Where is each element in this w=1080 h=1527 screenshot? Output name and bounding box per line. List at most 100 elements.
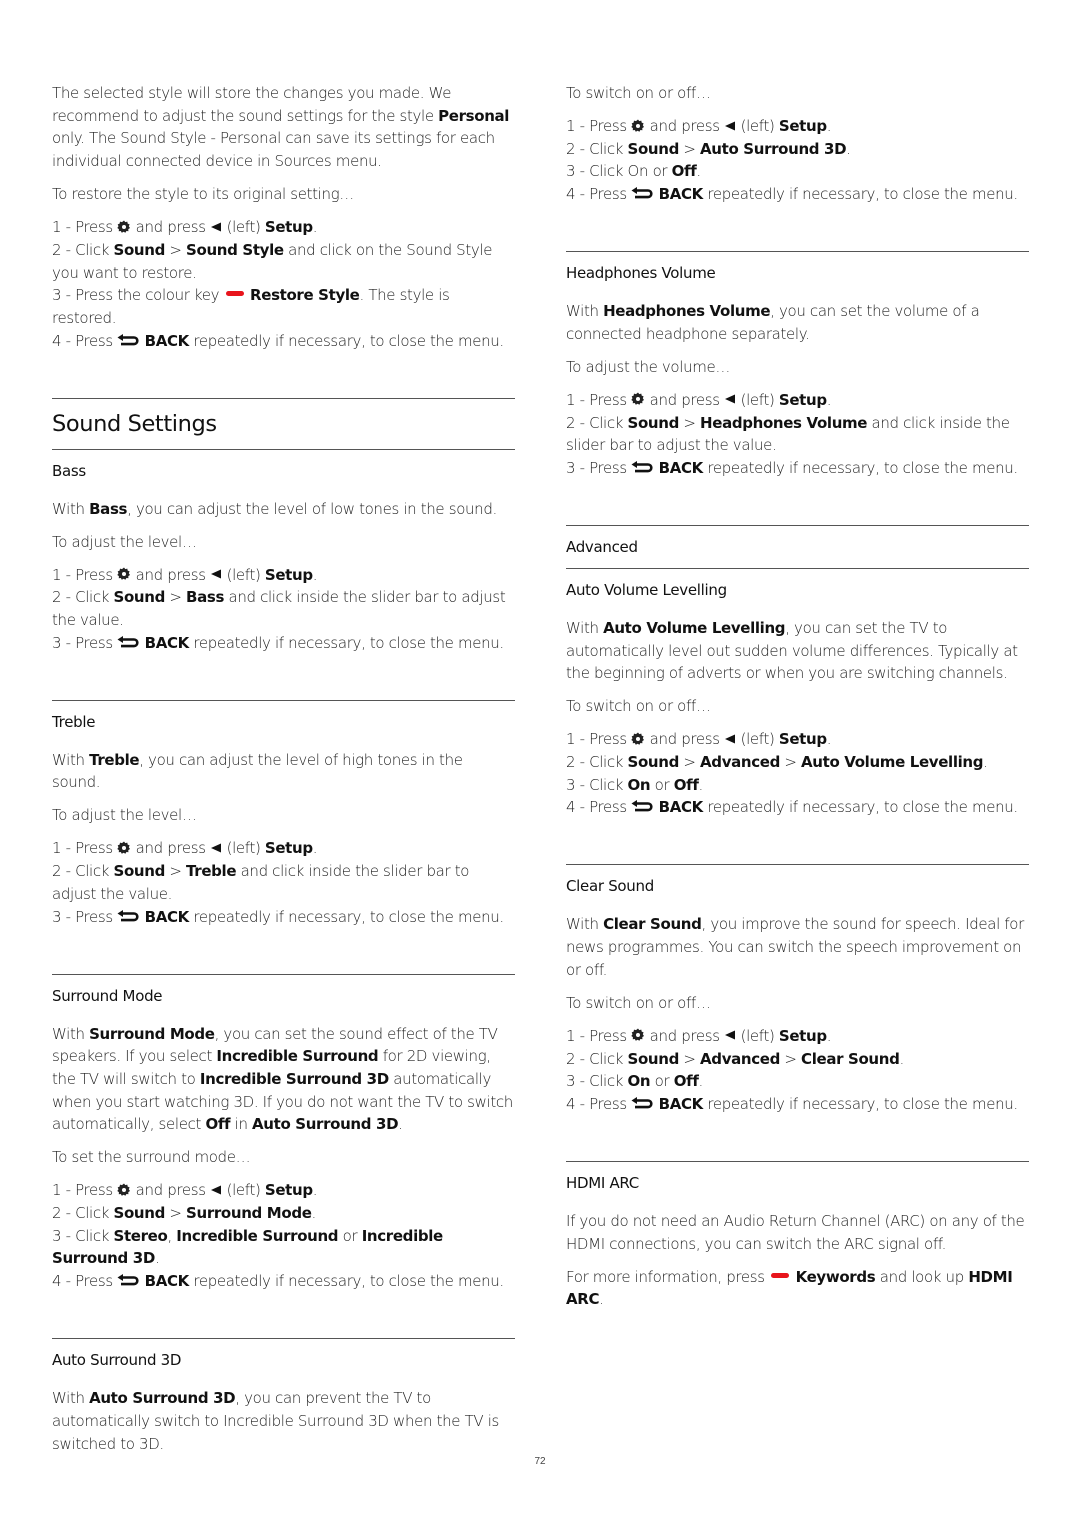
step-3: 3 - Click On or Off. <box>566 1072 703 1091</box>
page-title: Sound Settings <box>52 410 217 437</box>
step-3: 3 - Press the colour key Restore Style. … <box>52 286 450 327</box>
step-3: 3 - Press BACK repeatedly if necessary, … <box>566 458 1018 477</box>
step-3: 3 - Press BACK repeatedly if necessary, … <box>52 907 504 926</box>
bass-lead: To adjust the level… <box>52 532 197 551</box>
section-heading-hdmi-arc: HDMI ARC <box>566 1173 639 1192</box>
step-2: 2 - Click Sound > Auto Surround 3D. <box>566 139 851 158</box>
headphones-description: With Headphones Volume, you can set the … <box>566 302 980 343</box>
left-column: The selected style will store the change… <box>52 82 515 1466</box>
intro-lead: To restore the style to its original set… <box>52 185 354 204</box>
step-3: 3 - Click On or Off. <box>566 775 703 794</box>
gear-icon <box>631 732 645 745</box>
step-2: 2 - Click Sound > Sound Style and click … <box>52 240 493 282</box>
step-2: 2 - Click Sound > Treble and click insid… <box>52 862 470 903</box>
avl-lead: To switch on or off… <box>566 697 711 716</box>
gear-icon <box>117 567 131 580</box>
surround-mode-lead: To set the surround mode… <box>52 1148 251 1167</box>
treble-steps: 1 - Press and press (left) Setup. 2 - Cl… <box>52 837 515 928</box>
step-1: 1 - Press and press (left) Setup. <box>52 1181 318 1200</box>
step-1: 1 - Press and press (left) Setup. <box>566 117 832 135</box>
back-arrow-icon <box>631 1096 653 1109</box>
clear-sound-description: With Clear Sound, you improve the sound … <box>566 915 1024 979</box>
divider <box>566 524 1029 526</box>
left-triangle-icon <box>211 569 222 579</box>
step-1: 1 - Press and press (left) Setup. <box>566 390 832 409</box>
avl-steps: 1 - Press and press (left) Setup. 2 - Cl… <box>566 728 1029 819</box>
section-heading-clear-sound: Clear Sound <box>566 877 654 896</box>
step-3: 3 - Click Stereo, Incredible Surround or… <box>52 1226 443 1268</box>
gear-icon <box>631 1028 645 1042</box>
back-arrow-icon <box>117 333 139 346</box>
headphones-steps: 1 - Press and press (left) Setup. 2 - Cl… <box>566 389 1029 480</box>
divider <box>566 1160 1029 1162</box>
step-2: 2 - Click Sound > Headphones Volume and … <box>566 413 1010 455</box>
left-triangle-icon <box>725 121 736 130</box>
divider <box>566 567 1029 569</box>
left-triangle-icon <box>211 1185 222 1195</box>
left-triangle-icon <box>211 843 222 853</box>
step-1: 1 - Press and press (left) Setup. <box>52 839 318 858</box>
left-triangle-icon <box>725 734 736 744</box>
step-2: 2 - Click Sound > Advanced > Clear Sound… <box>566 1049 904 1068</box>
hdmi-arc-more-info: For more information, press Keywords and… <box>566 1267 1013 1309</box>
step-1: 1 - Press and press (left) Setup. <box>566 1026 832 1045</box>
section-heading-auto-volume-levelling: Auto Volume Levelling <box>566 580 727 599</box>
gear-icon <box>117 1183 131 1196</box>
divider <box>52 448 515 450</box>
back-arrow-icon <box>117 635 139 648</box>
step-2: 2 - Click Sound > Bass and click inside … <box>52 588 506 630</box>
left-triangle-icon <box>211 222 222 232</box>
step-1: 1 - Press and press (left) Setup. <box>52 565 318 584</box>
page-number: 72 <box>534 1456 546 1467</box>
step-4: 4 - Press BACK repeatedly if necessary, … <box>52 1272 504 1291</box>
step-1: 1 - Press and press (left) Setup. <box>52 218 318 237</box>
divider <box>52 973 515 975</box>
divider <box>52 699 515 701</box>
gear-icon <box>631 119 645 132</box>
step-2: 2 - Click Sound > Surround Mode. <box>52 1204 316 1223</box>
left-triangle-icon <box>725 1030 736 1040</box>
gear-icon <box>117 841 131 854</box>
step-4: 4 - Press BACK repeatedly if necessary, … <box>52 331 504 350</box>
clear-sound-steps: 1 - Press and press (left) Setup. 2 - Cl… <box>566 1025 1029 1116</box>
gear-icon <box>631 392 645 406</box>
section-heading-advanced: Advanced <box>566 537 638 556</box>
step-2: 2 - Click Sound > Advanced > Auto Volume… <box>566 753 988 772</box>
left-triangle-icon <box>725 394 736 404</box>
step-3: 3 - Click On or Off. <box>566 162 701 181</box>
auto-surround-steps: 1 - Press and press (left) Setup. 2 - Cl… <box>566 115 1029 206</box>
gear-icon <box>117 220 131 233</box>
headphones-lead: To adjust the volume… <box>566 357 731 376</box>
hdmi-arc-description: If you do not need an Audio Return Chann… <box>566 1211 1025 1253</box>
section-heading-headphones-volume: Headphones Volume <box>566 264 716 283</box>
step-4: 4 - Press BACK repeatedly if necessary, … <box>566 1094 1018 1113</box>
auto-surround-lead: To switch on or off… <box>566 84 711 102</box>
intro-steps: 1 - Press and press (left) Setup. 2 - Cl… <box>52 216 515 352</box>
surround-mode-description: With Surround Mode, you can set the soun… <box>52 1024 513 1134</box>
divider <box>52 1338 515 1340</box>
red-colour-key-icon <box>771 1272 790 1278</box>
surround-mode-steps: 1 - Press and press (left) Setup. 2 - Cl… <box>52 1179 515 1293</box>
back-arrow-icon <box>631 187 653 199</box>
section-heading-bass: Bass <box>52 461 86 480</box>
avl-description: With Auto Volume Levelling, you can set … <box>566 618 1018 683</box>
back-arrow-icon <box>117 1274 139 1286</box>
back-arrow-icon <box>631 800 653 812</box>
clear-sound-lead: To switch on or off… <box>566 993 711 1012</box>
back-arrow-icon <box>117 909 139 921</box>
divider <box>52 397 515 399</box>
divider <box>566 251 1029 253</box>
step-3: 3 - Press BACK repeatedly if necessary, … <box>52 633 504 652</box>
auto-surround-description: With Auto Surround 3D, you can prevent t… <box>52 1389 499 1453</box>
step-4: 4 - Press BACK repeatedly if necessary, … <box>566 185 1018 204</box>
bass-steps: 1 - Press and press (left) Setup. 2 - Cl… <box>52 564 515 655</box>
section-heading-surround-mode: Surround Mode <box>52 986 163 1005</box>
bass-description: With Bass, you can adjust the level of l… <box>52 499 497 518</box>
right-column: To switch on or off… 1 - Press and press… <box>566 82 1029 1321</box>
step-1: 1 - Press and press (left) Setup. <box>566 730 832 749</box>
section-heading-treble: Treble <box>52 712 96 731</box>
back-arrow-icon <box>631 460 653 473</box>
treble-lead: To adjust the level… <box>52 806 197 825</box>
intro-paragraph: The selected style will store the change… <box>52 84 510 171</box>
red-colour-key-icon <box>225 291 244 297</box>
